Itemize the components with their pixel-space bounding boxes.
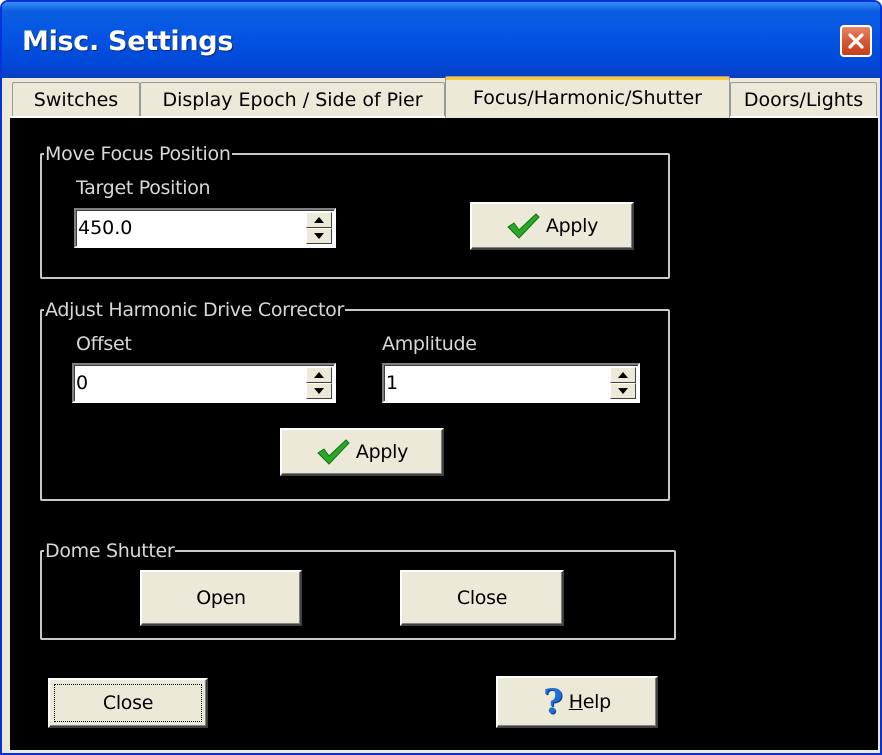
- spin-down-button[interactable]: [610, 383, 636, 399]
- amplitude-label: Amplitude: [382, 333, 477, 355]
- offset-spin-buttons: [306, 367, 332, 399]
- misc-settings-window: Misc. Settings Switches Display Epoch / …: [0, 0, 882, 755]
- harmonic-apply-content: Apply: [316, 439, 408, 465]
- question-mark-icon: ?: [543, 682, 563, 722]
- tab-display-epoch[interactable]: Display Epoch / Side of Pier: [140, 82, 445, 116]
- tab-label: Switches: [33, 88, 119, 111]
- window-title: Misc. Settings: [22, 26, 234, 57]
- arrow-down-icon: [314, 233, 324, 239]
- checkmark-icon: [507, 213, 540, 239]
- shutter-close-label: Close: [456, 587, 508, 609]
- tab-label: Display Epoch / Side of Pier: [162, 88, 423, 111]
- arrow-up-icon: [314, 372, 324, 378]
- arrow-down-icon: [314, 388, 324, 394]
- focus-apply-label: Apply: [545, 215, 599, 237]
- offset-input[interactable]: [76, 369, 300, 397]
- help-label: Help: [569, 691, 611, 713]
- shutter-open-label: Open: [196, 587, 246, 609]
- tab-label: Focus/Harmonic/Shutter: [473, 86, 702, 109]
- amplitude-spin-buttons: [610, 367, 636, 399]
- target-position-label: Target Position: [76, 177, 211, 199]
- target-position-input[interactable]: [78, 214, 300, 242]
- tab-panel: Move Focus Position Target Position Appl…: [10, 116, 878, 750]
- dome-shutter-legend: Dome Shutter: [44, 540, 176, 562]
- shutter-close-button[interactable]: Close: [400, 570, 564, 626]
- focus-apply-content: Apply: [506, 213, 598, 239]
- harmonic-apply-button[interactable]: Apply: [280, 428, 444, 476]
- target-position-spin-buttons: [306, 212, 332, 244]
- title-bar[interactable]: Misc. Settings: [2, 2, 880, 78]
- tab-switches[interactable]: Switches: [12, 82, 140, 116]
- help-button[interactable]: ? Help: [496, 676, 658, 728]
- dome-shutter-group: [40, 550, 676, 640]
- dialog-close-button[interactable]: Close: [48, 678, 208, 728]
- focus-apply-button[interactable]: Apply: [470, 202, 634, 250]
- harmonic-apply-label: Apply: [355, 441, 409, 463]
- spin-up-button[interactable]: [306, 367, 332, 383]
- spin-down-button[interactable]: [306, 383, 332, 399]
- arrow-up-icon: [618, 372, 628, 378]
- arrow-up-icon: [314, 217, 324, 223]
- amplitude-spinner[interactable]: [382, 363, 640, 403]
- offset-label: Offset: [76, 333, 132, 355]
- tab-label: Doors/Lights: [743, 88, 864, 111]
- spin-up-button[interactable]: [610, 367, 636, 383]
- close-x-icon[interactable]: [840, 25, 872, 57]
- harmonic-drive-legend: Adjust Harmonic Drive Corrector: [44, 299, 345, 321]
- shutter-open-button[interactable]: Open: [140, 570, 302, 626]
- checkmark-icon: [317, 439, 350, 465]
- help-button-content: ? Help: [543, 685, 611, 719]
- spin-up-button[interactable]: [306, 212, 332, 228]
- arrow-down-icon: [618, 388, 628, 394]
- help-label-mnemonic: H: [568, 691, 583, 713]
- offset-spinner[interactable]: [72, 363, 336, 403]
- target-position-spinner[interactable]: [74, 208, 336, 248]
- amplitude-input[interactable]: [386, 369, 604, 397]
- spin-down-button[interactable]: [306, 228, 332, 244]
- tab-doors-lights[interactable]: Doors/Lights: [730, 82, 877, 116]
- help-label-rest: elp: [582, 691, 611, 713]
- move-focus-legend: Move Focus Position: [44, 143, 232, 165]
- focus-rectangle: [54, 684, 202, 722]
- close-x-glyph: [848, 33, 864, 49]
- tab-focus-harmonic-shutter[interactable]: Focus/Harmonic/Shutter: [445, 76, 730, 118]
